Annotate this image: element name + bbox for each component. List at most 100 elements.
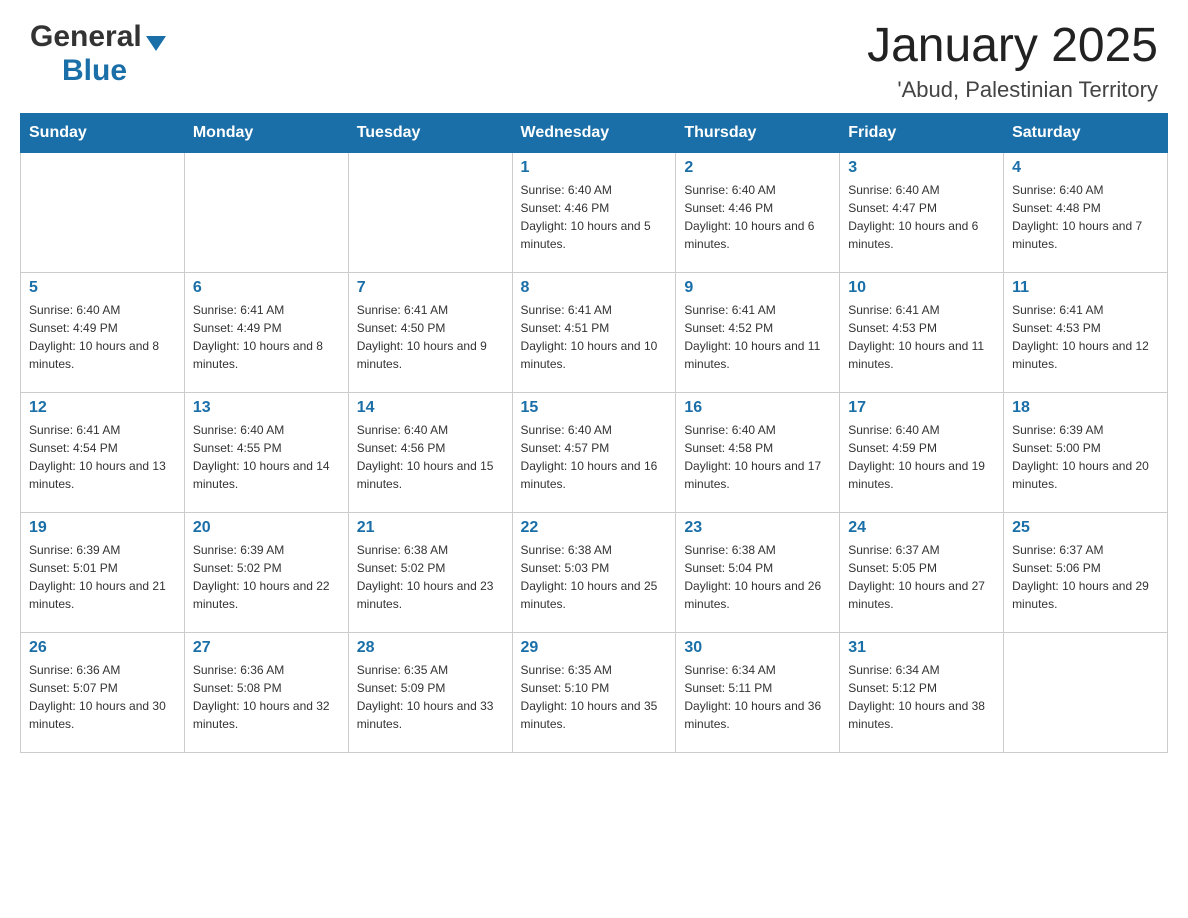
day-number: 17 bbox=[848, 399, 995, 417]
day-number: 11 bbox=[1012, 279, 1159, 297]
calendar-cell: 27Sunrise: 6:36 AM Sunset: 5:08 PM Dayli… bbox=[184, 632, 348, 752]
calendar-week-4: 19 Sunrise: 6:39 AM Sunset: 5:01 PM Dayli… bbox=[21, 512, 1168, 632]
calendar-cell: 18Sunrise: 6:39 AM Sunset: 5:00 PM Dayli… bbox=[1004, 392, 1168, 512]
calendar-cell: 16 Sunrise: 6:40 AM Sunset: 4:58 PM Dayli… bbox=[676, 392, 840, 512]
calendar-cell: 9 Sunrise: 6:41 AM Sunset: 4:52 PM Daylig… bbox=[676, 272, 840, 392]
day-number: 21 bbox=[357, 519, 504, 537]
day-info: Sunrise: 6:41 AM Sunset: 4:50 PM Dayligh… bbox=[357, 301, 504, 373]
col-tuesday: Tuesday bbox=[348, 113, 512, 152]
calendar-cell: 10 Sunrise: 6:41 AM Sunset: 4:53 PM Dayli… bbox=[840, 272, 1004, 392]
day-info: Sunrise: 6:34 AM Sunset: 5:11 PM Dayligh… bbox=[684, 661, 831, 733]
calendar-cell bbox=[1004, 632, 1168, 752]
calendar-week-1: 1 Sunrise: 6:40 AM Sunset: 4:46 PM Daylig… bbox=[21, 152, 1168, 272]
calendar-container: Sunday Monday Tuesday Wednesday Thursday… bbox=[0, 113, 1188, 773]
calendar-table: Sunday Monday Tuesday Wednesday Thursday… bbox=[20, 113, 1168, 753]
col-sunday: Sunday bbox=[21, 113, 185, 152]
calendar-cell bbox=[21, 152, 185, 272]
logo-general-text: General bbox=[30, 20, 142, 54]
calendar-cell: 12 Sunrise: 6:41 AM Sunset: 4:54 PM Dayli… bbox=[21, 392, 185, 512]
day-info: Sunrise: 6:41 AM Sunset: 4:53 PM Dayligh… bbox=[1012, 301, 1159, 373]
day-info: Sunrise: 6:40 AM Sunset: 4:46 PM Dayligh… bbox=[684, 181, 831, 253]
day-info: Sunrise: 6:39 AM Sunset: 5:02 PM Dayligh… bbox=[193, 541, 340, 613]
day-number: 2 bbox=[684, 159, 831, 177]
day-number: 5 bbox=[29, 279, 176, 297]
calendar-cell: 31Sunrise: 6:34 AM Sunset: 5:12 PM Dayli… bbox=[840, 632, 1004, 752]
col-saturday: Saturday bbox=[1004, 113, 1168, 152]
calendar-week-3: 12 Sunrise: 6:41 AM Sunset: 4:54 PM Dayli… bbox=[21, 392, 1168, 512]
day-number: 4 bbox=[1012, 159, 1159, 177]
day-number: 20 bbox=[193, 519, 340, 537]
day-info: Sunrise: 6:40 AM Sunset: 4:58 PM Dayligh… bbox=[684, 421, 831, 493]
day-info: Sunrise: 6:38 AM Sunset: 5:04 PM Dayligh… bbox=[684, 541, 831, 613]
calendar-header: Sunday Monday Tuesday Wednesday Thursday… bbox=[21, 113, 1168, 152]
day-number: 14 bbox=[357, 399, 504, 417]
calendar-cell: 30 Sunrise: 6:34 AM Sunset: 5:11 PM Dayli… bbox=[676, 632, 840, 752]
day-number: 9 bbox=[684, 279, 831, 297]
calendar-cell: 20 Sunrise: 6:39 AM Sunset: 5:02 PM Dayli… bbox=[184, 512, 348, 632]
calendar-cell: 24 Sunrise: 6:37 AM Sunset: 5:05 PM Dayli… bbox=[840, 512, 1004, 632]
calendar-cell: 1Sunrise: 6:40 AM Sunset: 4:46 PM Daylig… bbox=[512, 152, 676, 272]
day-number: 7 bbox=[357, 279, 504, 297]
day-number: 28 bbox=[357, 639, 504, 657]
day-info: Sunrise: 6:37 AM Sunset: 5:05 PM Dayligh… bbox=[848, 541, 995, 613]
day-number: 19 bbox=[29, 519, 176, 537]
day-info: Sunrise: 6:35 AM Sunset: 5:09 PM Dayligh… bbox=[357, 661, 504, 733]
day-number: 6 bbox=[193, 279, 340, 297]
day-info: Sunrise: 6:41 AM Sunset: 4:54 PM Dayligh… bbox=[29, 421, 176, 493]
day-number: 12 bbox=[29, 399, 176, 417]
calendar-body: 1 Sunrise: 6:40 AM Sunset: 4:46 PM Daylig… bbox=[21, 152, 1168, 752]
day-number: 31 bbox=[848, 639, 995, 657]
calendar-cell bbox=[184, 152, 348, 272]
logo: General Blue bbox=[30, 20, 166, 88]
day-number: 29 bbox=[521, 639, 668, 657]
calendar-cell: 11 Sunrise: 6:41 AM Sunset: 4:53 PM Dayli… bbox=[1004, 272, 1168, 392]
day-number: 3 bbox=[848, 159, 995, 177]
day-info: Sunrise: 6:40 AM Sunset: 4:48 PM Dayligh… bbox=[1012, 181, 1159, 253]
day-number: 24 bbox=[848, 519, 995, 537]
calendar-cell: 23 Sunrise: 6:38 AM Sunset: 5:04 PM Dayli… bbox=[676, 512, 840, 632]
day-number: 1 bbox=[521, 159, 668, 177]
calendar-cell: 5 Sunrise: 6:40 AM Sunset: 4:49 PM Daylig… bbox=[21, 272, 185, 392]
col-monday: Monday bbox=[184, 113, 348, 152]
calendar-cell: 15 Sunrise: 6:40 AM Sunset: 4:57 PM Dayli… bbox=[512, 392, 676, 512]
month-title: January 2025 bbox=[867, 20, 1158, 73]
page-header: General Blue January 2025 'Abud, Palesti… bbox=[0, 0, 1188, 113]
calendar-cell: 29 Sunrise: 6:35 AM Sunset: 5:10 PM Dayli… bbox=[512, 632, 676, 752]
calendar-cell: 6 Sunrise: 6:41 AM Sunset: 4:49 PM Daylig… bbox=[184, 272, 348, 392]
day-info: Sunrise: 6:41 AM Sunset: 4:52 PM Dayligh… bbox=[684, 301, 831, 373]
day-info: Sunrise: 6:41 AM Sunset: 4:51 PM Dayligh… bbox=[521, 301, 668, 373]
day-info: Sunrise: 6:39 AM Sunset: 5:00 PM Dayligh… bbox=[1012, 421, 1159, 493]
day-info: Sunrise: 6:39 AM Sunset: 5:01 PM Dayligh… bbox=[29, 541, 176, 613]
day-info: Sunrise: 6:40 AM Sunset: 4:55 PM Dayligh… bbox=[193, 421, 340, 493]
calendar-cell: 2 Sunrise: 6:40 AM Sunset: 4:46 PM Daylig… bbox=[676, 152, 840, 272]
calendar-cell: 14Sunrise: 6:40 AM Sunset: 4:56 PM Dayli… bbox=[348, 392, 512, 512]
day-number: 26 bbox=[29, 639, 176, 657]
day-number: 30 bbox=[684, 639, 831, 657]
day-info: Sunrise: 6:41 AM Sunset: 4:53 PM Dayligh… bbox=[848, 301, 995, 373]
calendar-week-5: 26Sunrise: 6:36 AM Sunset: 5:07 PM Dayli… bbox=[21, 632, 1168, 752]
calendar-cell: 22Sunrise: 6:38 AM Sunset: 5:03 PM Dayli… bbox=[512, 512, 676, 632]
day-info: Sunrise: 6:38 AM Sunset: 5:02 PM Dayligh… bbox=[357, 541, 504, 613]
logo-triangle-icon bbox=[146, 36, 166, 51]
col-wednesday: Wednesday bbox=[512, 113, 676, 152]
day-number: 23 bbox=[684, 519, 831, 537]
day-number: 27 bbox=[193, 639, 340, 657]
calendar-week-2: 5 Sunrise: 6:40 AM Sunset: 4:49 PM Daylig… bbox=[21, 272, 1168, 392]
day-info: Sunrise: 6:40 AM Sunset: 4:59 PM Dayligh… bbox=[848, 421, 995, 493]
day-number: 8 bbox=[521, 279, 668, 297]
col-thursday: Thursday bbox=[676, 113, 840, 152]
day-number: 15 bbox=[521, 399, 668, 417]
day-info: Sunrise: 6:41 AM Sunset: 4:49 PM Dayligh… bbox=[193, 301, 340, 373]
day-info: Sunrise: 6:35 AM Sunset: 5:10 PM Dayligh… bbox=[521, 661, 668, 733]
calendar-cell: 19 Sunrise: 6:39 AM Sunset: 5:01 PM Dayli… bbox=[21, 512, 185, 632]
calendar-cell: 13Sunrise: 6:40 AM Sunset: 4:55 PM Dayli… bbox=[184, 392, 348, 512]
day-info: Sunrise: 6:38 AM Sunset: 5:03 PM Dayligh… bbox=[521, 541, 668, 613]
calendar-cell: 8 Sunrise: 6:41 AM Sunset: 4:51 PM Daylig… bbox=[512, 272, 676, 392]
calendar-cell: 21 Sunrise: 6:38 AM Sunset: 5:02 PM Dayli… bbox=[348, 512, 512, 632]
calendar-cell: 26Sunrise: 6:36 AM Sunset: 5:07 PM Dayli… bbox=[21, 632, 185, 752]
day-info: Sunrise: 6:40 AM Sunset: 4:49 PM Dayligh… bbox=[29, 301, 176, 373]
day-number: 10 bbox=[848, 279, 995, 297]
day-number: 16 bbox=[684, 399, 831, 417]
location-title: 'Abud, Palestinian Territory bbox=[867, 77, 1158, 103]
day-info: Sunrise: 6:40 AM Sunset: 4:57 PM Dayligh… bbox=[521, 421, 668, 493]
